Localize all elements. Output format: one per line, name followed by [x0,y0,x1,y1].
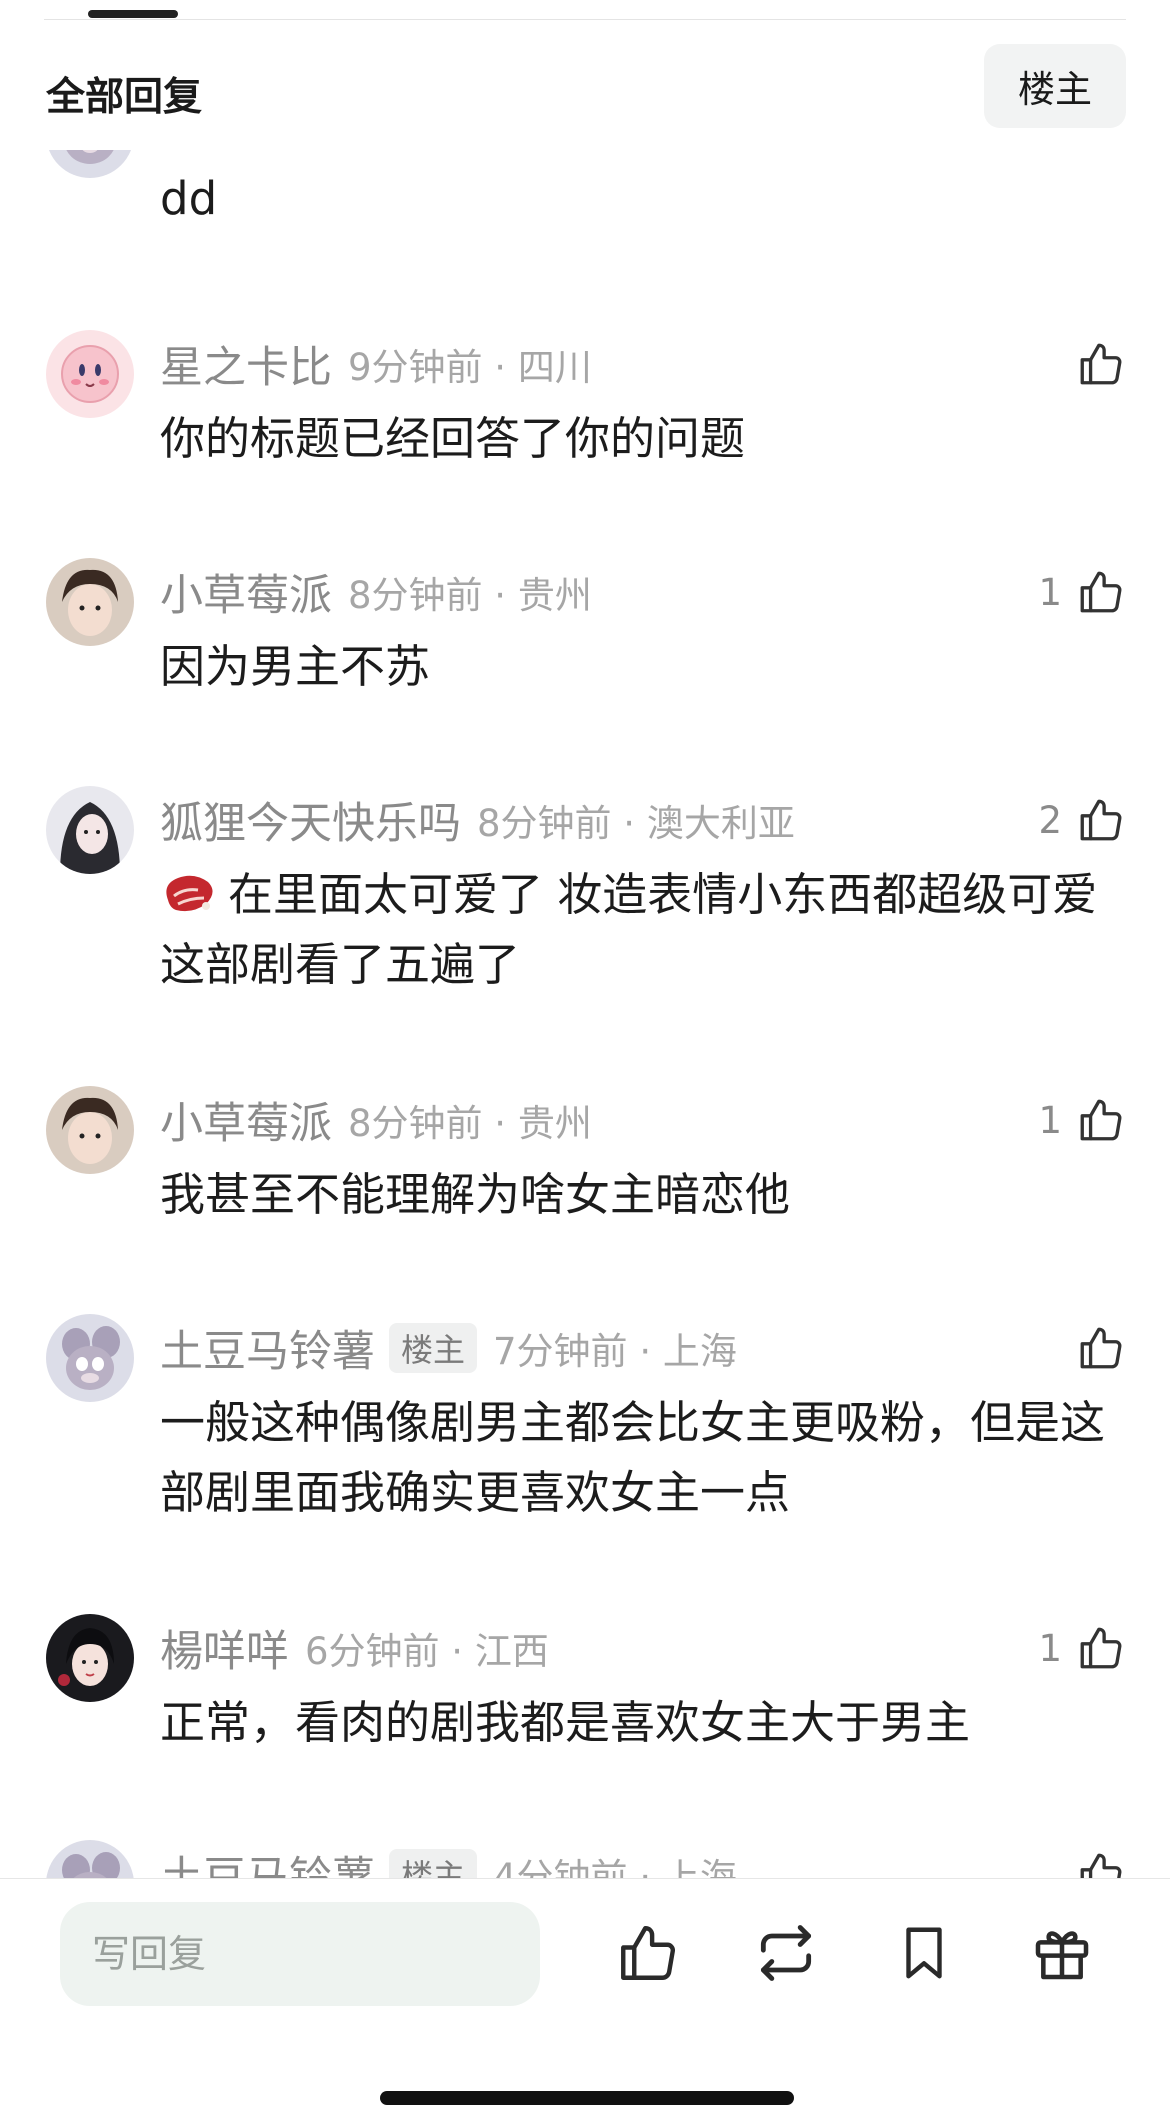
comment-text: 正常，看肉的剧我都是喜欢女主大于男主 [160,1696,971,1749]
comment-list[interactable]: dd 星之卡比 9分钟前 · 四川 你的标题已经回答了你的问题 小草莓派 8分钟… [0,150,1170,1878]
like-button[interactable] [1062,332,1126,396]
avatar[interactable] [46,1614,134,1702]
op-badge: 楼主 [389,1323,478,1373]
like-count: 1 [1038,570,1062,614]
like-button[interactable] [1062,1316,1126,1380]
username[interactable]: 楊咩咩 [160,1617,289,1679]
thumbs-up-icon [1076,1323,1126,1373]
comment-meta: 小草莓派 8分钟前 · 贵州 [160,1090,592,1150]
like-button[interactable]: 1 [1038,1088,1126,1152]
replies-header: 全部回复 楼主 [0,20,1170,150]
comment-meta: 狐狸今天快乐吗 8分钟前 · 澳大利亚 [160,790,795,850]
username[interactable]: 小草莓派 [160,561,332,623]
gift-button[interactable] [1024,1917,1100,1993]
comment-text: 你的标题已经回答了你的问题 [160,412,746,465]
like-count: 2 [1038,798,1062,842]
gift-icon [1030,1921,1094,1989]
like-post-button[interactable] [610,1917,686,1993]
like-button[interactable]: 1 [1038,1616,1126,1680]
comment-text: 一般这种偶像剧男主都会比女主更吸粉，但是这部剧里面我确实更喜欢女主一点 [160,1396,1106,1519]
comment-text-content: 在里面太可爱了 妆造表情小东西都超级可爱 这部剧看了五遍了 [160,868,1098,991]
comment-text: 因为男主不苏 [160,640,431,693]
repost-button[interactable] [748,1917,824,1993]
page-title: 全部回复 [46,75,203,120]
like-count: 1 [1038,1626,1062,1670]
avatar[interactable] [46,558,134,646]
username[interactable]: 狐狸今天快乐吗 [160,789,461,851]
username[interactable]: 星之卡比 [160,333,332,395]
timestamp-location: 8分钟前 · 贵州 [348,574,592,617]
avatar[interactable] [46,150,134,178]
comment-meta: 星之卡比 9分钟前 · 四川 [160,334,592,394]
reply-input[interactable] [60,1902,540,2006]
tab-indicator [88,10,178,18]
meat-emoji-icon [160,866,216,912]
home-indicator [380,2091,794,2105]
like-button[interactable]: 2 [1038,788,1126,852]
thumbs-up-icon [1076,1849,1126,1878]
timestamp-location: 9分钟前 · 四川 [348,346,592,389]
bottom-action-bar [0,1878,1170,2126]
comment-meta: 小草莓派 8分钟前 · 贵州 [160,562,592,622]
comment-meta: 土豆马铃薯 楼主 4分钟前 · 上海 [160,1844,737,1878]
thumbs-up-icon [1076,567,1126,617]
like-button[interactable]: 1 [1038,560,1126,624]
timestamp-location: 4分钟前 · 上海 [493,1856,737,1878]
username[interactable]: 土豆马铃薯 [160,1317,375,1379]
like-button[interactable] [1062,1842,1126,1878]
comment-meta: 楊咩咩 6分钟前 · 江西 [160,1618,549,1678]
avatar[interactable] [46,1840,134,1878]
comment-text: dd [160,172,218,225]
thumbs-up-icon [615,1920,681,1990]
timestamp-location: 8分钟前 · 澳大利亚 [477,802,795,845]
op-badge: 楼主 [389,1849,478,1878]
repost-icon [752,1919,820,1991]
bookmark-icon [893,1922,955,1988]
thumbs-up-icon [1076,1095,1126,1145]
username[interactable]: 小草莓派 [160,1089,332,1151]
thumbs-up-icon [1076,795,1126,845]
avatar[interactable] [46,1314,134,1402]
avatar[interactable] [46,786,134,874]
op-only-filter-button[interactable]: 楼主 [984,44,1126,128]
comment-text: 在里面太可爱了 妆造表情小东西都超级可爱 这部剧看了五遍了 [160,860,1126,1000]
bookmark-button[interactable] [886,1917,962,1993]
avatar[interactable] [46,1086,134,1174]
avatar[interactable] [46,330,134,418]
comment-meta: 土豆马铃薯 楼主 7分钟前 · 上海 [160,1318,737,1378]
like-count: 1 [1038,1098,1062,1142]
timestamp-location: 8分钟前 · 贵州 [348,1102,592,1145]
thumbs-up-icon [1076,339,1126,389]
comment-text: 我甚至不能理解为啥女主暗恋他 [160,1168,791,1221]
timestamp-location: 7分钟前 · 上海 [493,1330,737,1373]
timestamp-location: 6分钟前 · 江西 [305,1630,549,1673]
thumbs-up-icon [1076,1623,1126,1673]
username[interactable]: 土豆马铃薯 [160,1843,375,1878]
